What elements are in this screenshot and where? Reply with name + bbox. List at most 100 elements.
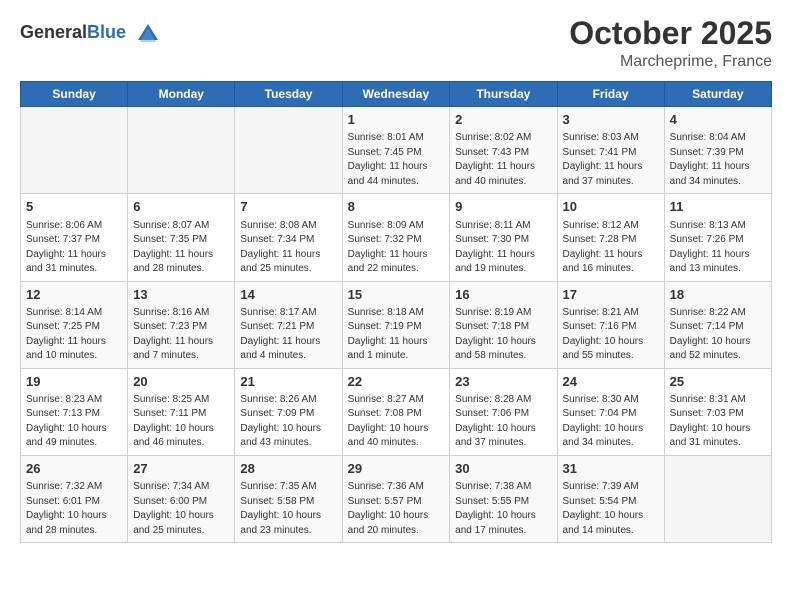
logo-general: GeneralBlue — [20, 25, 131, 42]
day-number: 18 — [670, 286, 766, 304]
calendar-cell: 18 Sunrise: 8:22 AM Sunset: 7:14 PM Dayli… — [664, 281, 771, 368]
calendar-cell: 5 Sunrise: 8:06 AM Sunset: 7:37 PM Daylig… — [21, 194, 128, 281]
logo: GeneralBlue — [20, 20, 162, 48]
day-number: 6 — [133, 198, 229, 216]
day-number: 8 — [348, 198, 445, 216]
subtitle: Marcheprime, France — [569, 53, 772, 71]
day-info: Sunrise: 8:02 AM Sunset: 7:43 PM Dayligh… — [455, 131, 551, 189]
calendar-cell: 25Sunrise: 8:31 AM Sunset: 7:03 PM Dayli… — [664, 368, 771, 455]
day-info: Sunrise: 8:22 AM Sunset: 7:14 PM Dayligh… — [670, 306, 766, 364]
calendar-cell: 14 Sunrise: 8:17 AM Sunset: 7:21 PM Dayli… — [235, 281, 342, 368]
day-number: 11 — [670, 198, 766, 216]
day-info: Sunrise: 8:06 AM Sunset: 7:37 PM Dayligh… — [26, 219, 122, 277]
calendar-cell — [664, 455, 771, 542]
calendar-table: Sunday Monday Tuesday Wednesday Thursday… — [20, 81, 772, 543]
calendar-cell — [235, 107, 342, 194]
header-thursday: Thursday — [450, 82, 557, 107]
day-number: 16 — [455, 286, 551, 304]
header-sunday: Sunday — [21, 82, 128, 107]
header-tuesday: Tuesday — [235, 82, 342, 107]
calendar-week-3: 12Sunrise: 8:14 AM Sunset: 7:25 PM Dayli… — [21, 281, 772, 368]
header-friday: Friday — [557, 82, 664, 107]
day-info: Sunrise: 8:11 AM Sunset: 7:30 PM Dayligh… — [455, 219, 551, 277]
day-info: Sunrise: 7:38 AM Sunset: 5:55 PM Dayligh… — [455, 480, 551, 538]
header: GeneralBlue October 2025 Marcheprime, Fr… — [20, 16, 772, 71]
day-number: 19 — [26, 373, 122, 391]
day-info: Sunrise: 7:35 AM Sunset: 5:58 PM Dayligh… — [240, 480, 336, 538]
day-info: Sunrise: 8:09 AM Sunset: 7:32 PM Dayligh… — [348, 219, 445, 277]
calendar-cell: 27 Sunrise: 7:34 AM Sunset: 6:00 PM Dayli… — [128, 455, 235, 542]
calendar-cell: 31 Sunrise: 7:39 AM Sunset: 5:54 PM Dayli… — [557, 455, 664, 542]
calendar-cell: 29 Sunrise: 7:36 AM Sunset: 5:57 PM Dayli… — [342, 455, 450, 542]
calendar-cell: 17 Sunrise: 8:21 AM Sunset: 7:16 PM Dayli… — [557, 281, 664, 368]
calendar-cell: 15 Sunrise: 8:18 AM Sunset: 7:19 PM Dayli… — [342, 281, 450, 368]
header-wednesday: Wednesday — [342, 82, 450, 107]
main-title: October 2025 — [569, 16, 772, 51]
day-info: Sunrise: 8:04 AM Sunset: 7:39 PM Dayligh… — [670, 131, 766, 189]
day-number: 29 — [348, 460, 445, 478]
day-info: Sunrise: 8:25 AM Sunset: 7:11 PM Dayligh… — [133, 393, 229, 451]
day-info: Sunrise: 8:14 AM Sunset: 7:25 PM Dayligh… — [26, 306, 122, 364]
calendar-week-5: 26 Sunrise: 7:32 AM Sunset: 6:01 PM Dayli… — [21, 455, 772, 542]
day-number: 9 — [455, 198, 551, 216]
day-number: 7 — [240, 198, 336, 216]
calendar-cell: 22Sunrise: 8:27 AM Sunset: 7:08 PM Dayli… — [342, 368, 450, 455]
day-number: 2 — [455, 111, 551, 129]
logo-icon — [134, 20, 162, 48]
day-info: Sunrise: 8:31 AM Sunset: 7:03 PM Dayligh… — [670, 393, 766, 451]
day-number: 17 — [563, 286, 659, 304]
day-number: 20 — [133, 373, 229, 391]
day-info: Sunrise: 8:21 AM Sunset: 7:16 PM Dayligh… — [563, 306, 659, 364]
header-saturday: Saturday — [664, 82, 771, 107]
calendar-cell: 6 Sunrise: 8:07 AM Sunset: 7:35 PM Daylig… — [128, 194, 235, 281]
calendar-cell: 21 Sunrise: 8:26 AM Sunset: 7:09 PM Dayli… — [235, 368, 342, 455]
calendar-cell: 11 Sunrise: 8:13 AM Sunset: 7:26 PM Dayli… — [664, 194, 771, 281]
calendar-cell: 24Sunrise: 8:30 AM Sunset: 7:04 PM Dayli… — [557, 368, 664, 455]
calendar-week-1: 1Sunrise: 8:01 AM Sunset: 7:45 PM Daylig… — [21, 107, 772, 194]
weekday-header-row: Sunday Monday Tuesday Wednesday Thursday… — [21, 82, 772, 107]
day-info: Sunrise: 8:12 AM Sunset: 7:28 PM Dayligh… — [563, 219, 659, 277]
day-number: 31 — [563, 460, 659, 478]
day-number: 3 — [563, 111, 659, 129]
day-info: Sunrise: 7:39 AM Sunset: 5:54 PM Dayligh… — [563, 480, 659, 538]
day-number: 27 — [133, 460, 229, 478]
day-info: Sunrise: 8:08 AM Sunset: 7:34 PM Dayligh… — [240, 219, 336, 277]
day-number: 26 — [26, 460, 122, 478]
day-info: Sunrise: 8:17 AM Sunset: 7:21 PM Dayligh… — [240, 306, 336, 364]
calendar-cell: 7 Sunrise: 8:08 AM Sunset: 7:34 PM Daylig… — [235, 194, 342, 281]
calendar-cell: 8 Sunrise: 8:09 AM Sunset: 7:32 PM Daylig… — [342, 194, 450, 281]
day-info: Sunrise: 8:18 AM Sunset: 7:19 PM Dayligh… — [348, 306, 445, 364]
day-number: 10 — [563, 198, 659, 216]
day-info: Sunrise: 8:01 AM Sunset: 7:45 PM Dayligh… — [348, 131, 445, 189]
calendar-cell: 28Sunrise: 7:35 AM Sunset: 5:58 PM Dayli… — [235, 455, 342, 542]
title-block: October 2025 Marcheprime, France — [569, 16, 772, 71]
day-info: Sunrise: 8:26 AM Sunset: 7:09 PM Dayligh… — [240, 393, 336, 451]
page-container: GeneralBlue October 2025 Marcheprime, Fr… — [0, 0, 792, 553]
day-number: 24 — [563, 373, 659, 391]
calendar-cell: 10 Sunrise: 8:12 AM Sunset: 7:28 PM Dayli… — [557, 194, 664, 281]
day-info: Sunrise: 8:07 AM Sunset: 7:35 PM Dayligh… — [133, 219, 229, 277]
day-info: Sunrise: 8:27 AM Sunset: 7:08 PM Dayligh… — [348, 393, 445, 451]
day-info: Sunrise: 8:19 AM Sunset: 7:18 PM Dayligh… — [455, 306, 551, 364]
day-number: 14 — [240, 286, 336, 304]
day-number: 23 — [455, 373, 551, 391]
calendar-cell: 19 Sunrise: 8:23 AM Sunset: 7:13 PM Dayli… — [21, 368, 128, 455]
calendar-cell: 3Sunrise: 8:03 AM Sunset: 7:41 PM Daylig… — [557, 107, 664, 194]
day-number: 4 — [670, 111, 766, 129]
day-info: Sunrise: 8:13 AM Sunset: 7:26 PM Dayligh… — [670, 219, 766, 277]
day-info: Sunrise: 8:23 AM Sunset: 7:13 PM Dayligh… — [26, 393, 122, 451]
day-number: 15 — [348, 286, 445, 304]
calendar-cell — [128, 107, 235, 194]
calendar-cell: 30 Sunrise: 7:38 AM Sunset: 5:55 PM Dayli… — [450, 455, 557, 542]
calendar-cell: 1Sunrise: 8:01 AM Sunset: 7:45 PM Daylig… — [342, 107, 450, 194]
calendar-cell: 26 Sunrise: 7:32 AM Sunset: 6:01 PM Dayli… — [21, 455, 128, 542]
calendar-cell: 4 Sunrise: 8:04 AM Sunset: 7:39 PM Daylig… — [664, 107, 771, 194]
day-number: 21 — [240, 373, 336, 391]
day-number: 30 — [455, 460, 551, 478]
calendar-cell: 9 Sunrise: 8:11 AM Sunset: 7:30 PM Daylig… — [450, 194, 557, 281]
day-info: Sunrise: 7:32 AM Sunset: 6:01 PM Dayligh… — [26, 480, 122, 538]
day-number: 5 — [26, 198, 122, 216]
day-info: Sunrise: 7:34 AM Sunset: 6:00 PM Dayligh… — [133, 480, 229, 538]
day-info: Sunrise: 7:36 AM Sunset: 5:57 PM Dayligh… — [348, 480, 445, 538]
calendar-cell: 16 Sunrise: 8:19 AM Sunset: 7:18 PM Dayli… — [450, 281, 557, 368]
